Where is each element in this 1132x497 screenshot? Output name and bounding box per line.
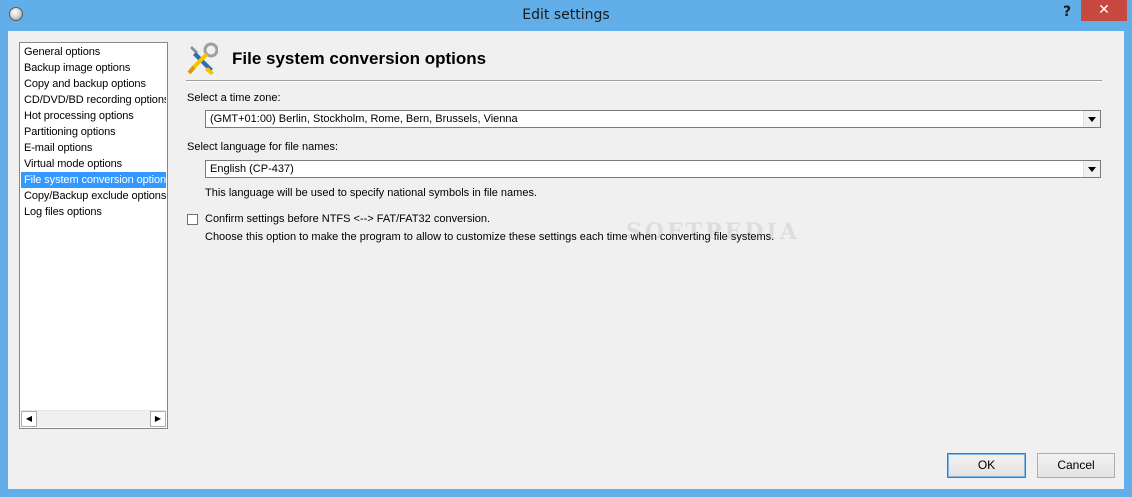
timezone-label: Select a time zone: bbox=[187, 92, 281, 104]
dialog-client-area: General options Backup image options Copy … bbox=[8, 31, 1124, 489]
sidebar-item[interactable]: Log files options bbox=[21, 204, 166, 220]
sidebar-item[interactable]: File system conversion options bbox=[21, 172, 166, 188]
language-label: Select language for file names: bbox=[187, 141, 339, 153]
sidebar-item[interactable]: General options bbox=[21, 44, 166, 60]
chevron-down-icon[interactable] bbox=[1083, 111, 1100, 127]
confirm-settings-checkbox[interactable] bbox=[187, 214, 198, 225]
scroll-track[interactable] bbox=[39, 413, 148, 425]
sidebar-item[interactable]: Partitioning options bbox=[21, 124, 166, 140]
language-value: English (CP-437) bbox=[210, 163, 294, 175]
sidebar-item[interactable]: E-mail options bbox=[21, 140, 166, 156]
sidebar-item[interactable]: Hot processing options bbox=[21, 108, 166, 124]
cancel-button[interactable]: Cancel bbox=[1037, 453, 1115, 478]
tools-icon bbox=[187, 42, 218, 75]
horizontal-scrollbar[interactable]: ◀ ▶ bbox=[21, 410, 166, 427]
window-title: Edit settings bbox=[522, 7, 610, 23]
sidebar-item[interactable]: Backup image options bbox=[21, 60, 166, 76]
watermark: SOFTPEDIA bbox=[626, 219, 800, 245]
timezone-select[interactable]: (GMT+01:00) Berlin, Stockholm, Rome, Ber… bbox=[205, 110, 1101, 128]
settings-panel: File system conversion options Select a … bbox=[186, 39, 1106, 419]
sidebar-item[interactable]: Virtual mode options bbox=[21, 156, 166, 172]
timezone-value: (GMT+01:00) Berlin, Stockholm, Rome, Ber… bbox=[210, 113, 518, 125]
language-select[interactable]: English (CP-437) bbox=[205, 160, 1101, 178]
language-hint: This language will be used to specify na… bbox=[205, 187, 538, 199]
sidebar-item[interactable]: CD/DVD/BD recording options bbox=[21, 92, 166, 108]
edit-settings-window: Edit settings ? ✕ General options Backup … bbox=[0, 0, 1132, 497]
options-category-list[interactable]: General options Backup image options Copy … bbox=[19, 42, 168, 429]
page-title: File system conversion options bbox=[232, 49, 487, 68]
sidebar-list: General options Backup image options Copy … bbox=[21, 44, 166, 220]
help-button[interactable]: ? bbox=[1054, 1, 1080, 23]
ok-button[interactable]: OK bbox=[947, 453, 1026, 478]
dialog-button-bar: OK Cancel bbox=[8, 439, 1124, 489]
scroll-right-icon[interactable]: ▶ bbox=[150, 411, 166, 427]
chevron-down-icon[interactable] bbox=[1083, 161, 1100, 177]
close-button[interactable]: ✕ bbox=[1081, 0, 1127, 21]
sidebar-item[interactable]: Copy and backup options bbox=[21, 76, 166, 92]
sidebar-item[interactable]: Copy/Backup exclude options bbox=[21, 188, 166, 204]
scroll-left-icon[interactable]: ◀ bbox=[21, 411, 37, 427]
header-divider bbox=[186, 80, 1102, 82]
title-bar[interactable]: Edit settings ? ✕ bbox=[0, 0, 1132, 31]
confirm-settings-label[interactable]: Confirm settings before NTFS <--> FAT/FA… bbox=[205, 213, 490, 225]
